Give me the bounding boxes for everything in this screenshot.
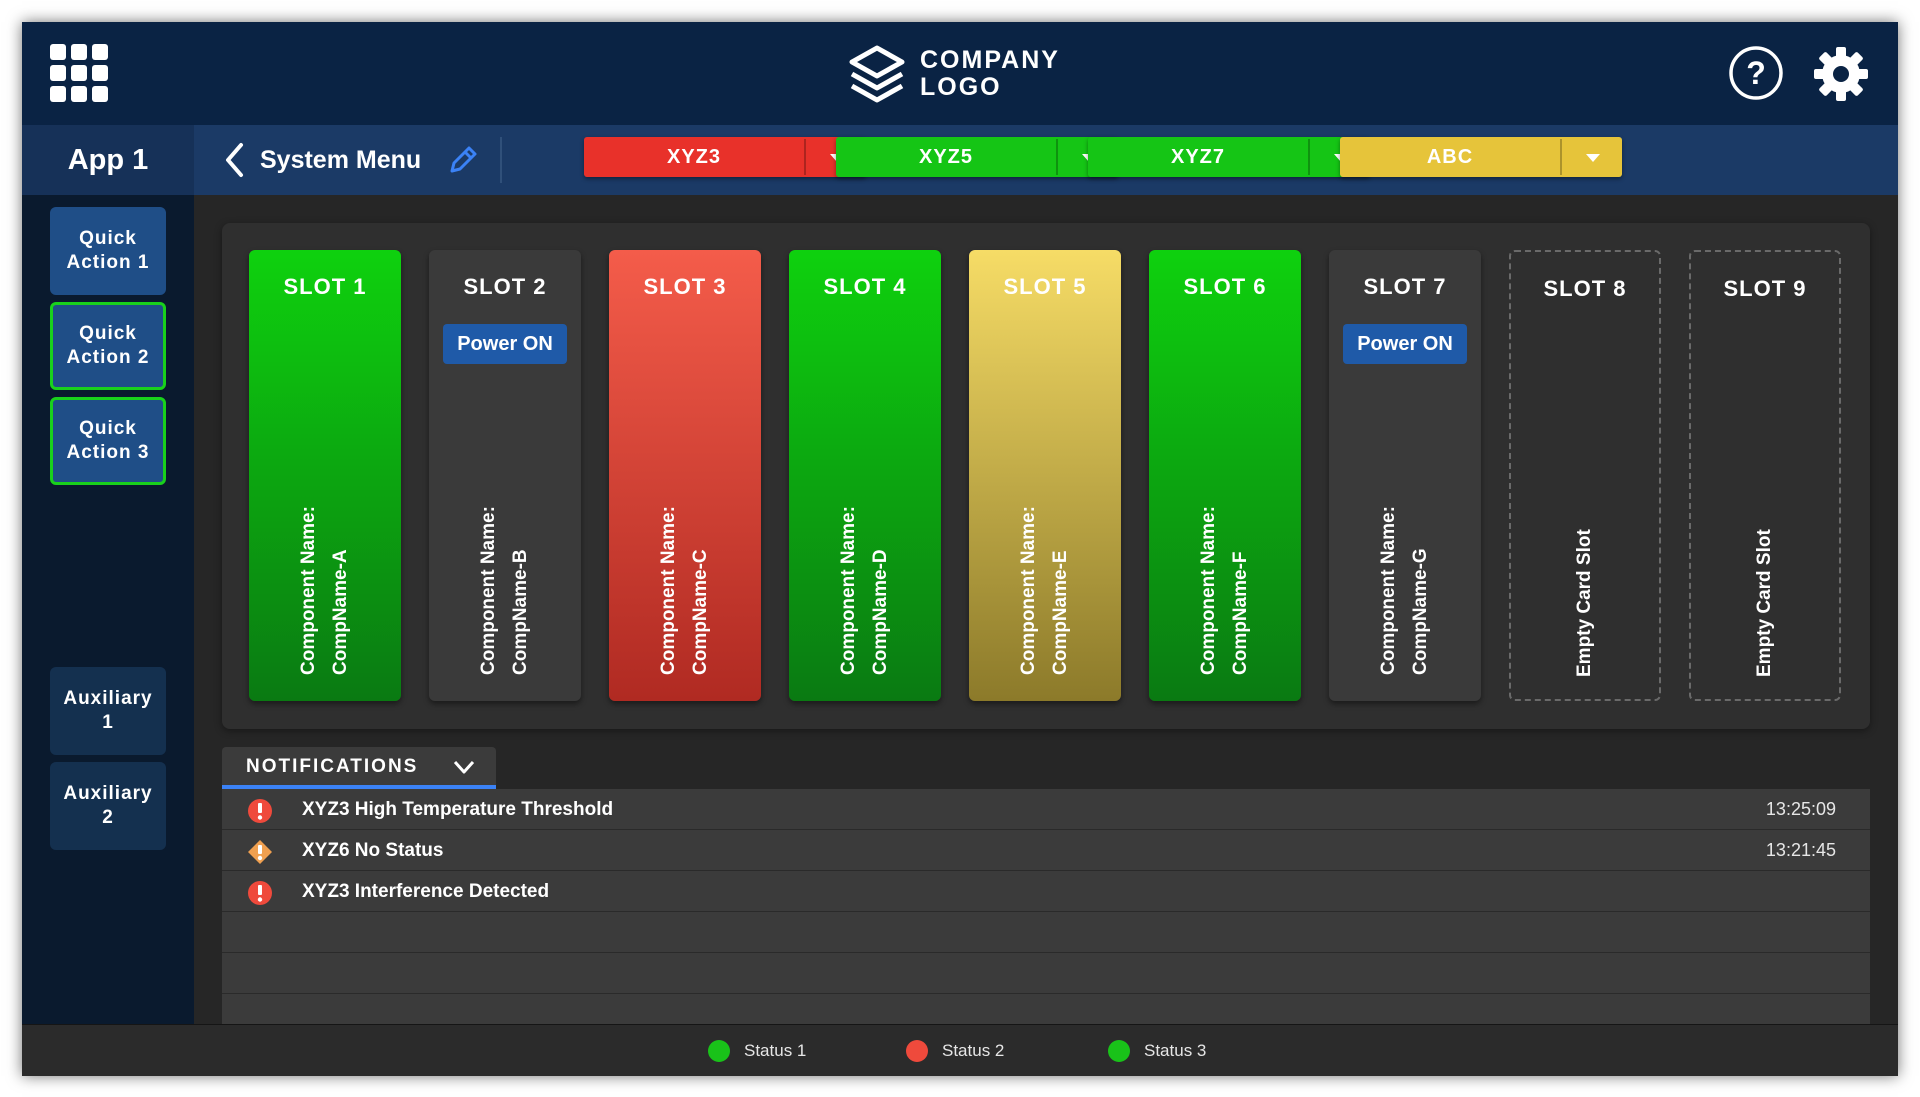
dropdown-label: ABC (1426, 146, 1474, 168)
dropdown-separator (1308, 139, 1310, 175)
dropdown-abc[interactable]: ABC (1340, 137, 1622, 177)
slot-title: SLOT 3 (643, 274, 727, 299)
slot-title: SLOT 2 (463, 274, 547, 299)
slot-card-3[interactable]: SLOT 3 Component Name: CompName-C (609, 250, 761, 701)
auxiliary-1-button[interactable]: Auxiliary 1 (50, 667, 166, 755)
slot-component-name: Component Name: CompName-D (838, 506, 891, 675)
svg-text:?: ? (1746, 55, 1766, 91)
notification-text: XYZ3 High Temperature Threshold (302, 799, 614, 820)
status-label: Status 1 (744, 1041, 807, 1060)
status-label: Status 2 (942, 1041, 1005, 1060)
notifications-list: XYZ3 High Temperature Threshold 13:25:09 X… (222, 789, 1870, 1035)
status-bar: Status 1 Status 2 Status 3 (22, 1024, 1898, 1076)
slot-card-7[interactable]: SLOT 7 Power ON Component Name: CompName-G (1329, 250, 1481, 701)
slot-card-1[interactable]: SLOT 1 Component Name: CompName-A (249, 250, 401, 701)
dropdown-separator (804, 139, 806, 175)
app-name: App 1 (22, 125, 194, 195)
nav-divider (500, 137, 502, 183)
slot-card-9[interactable]: SLOT 9 Empty Card Slot (1689, 250, 1841, 701)
status-dot-icon (906, 1040, 928, 1062)
slot-component-name: Component Name: CompName-C (658, 506, 711, 675)
app-window: COMPANY LOGO ? App 1 System Menu XYZ3 XY… (22, 22, 1898, 1076)
slot-title: SLOT 9 (1723, 276, 1807, 301)
slot-component-name: Empty Card Slot (1754, 529, 1775, 677)
dropdown-separator (1560, 139, 1562, 175)
error-icon (248, 881, 272, 905)
nav-bar: App 1 System Menu XYZ3 XYZ5 XYZ7 ABC (22, 125, 1898, 195)
settings-gear-icon[interactable] (1812, 45, 1870, 103)
dropdown-arrow-icon[interactable] (1586, 154, 1600, 162)
notification-text: XYZ3 Interference Detected (302, 881, 550, 902)
slot-component-name: Component Name: CompName-B (478, 506, 531, 675)
notification-row (222, 953, 1870, 994)
slot-panel: SLOT 1 Component Name: CompName-A SLOT 2 Po… (222, 223, 1870, 729)
back-chevron-icon[interactable] (222, 140, 246, 180)
slot-card-6[interactable]: SLOT 6 Component Name: CompName-F (1149, 250, 1301, 701)
error-icon (248, 799, 272, 823)
dropdown-label: XYZ3 (666, 146, 722, 168)
quick-action-1-button[interactable]: Quick Action 1 (50, 207, 166, 295)
slot-component-name: Component Name: CompName-F (1198, 506, 1251, 675)
dropdown-label: XYZ7 (1170, 146, 1226, 168)
slot-title: SLOT 7 (1363, 274, 1447, 299)
chevron-down-icon[interactable] (452, 757, 476, 777)
status-item-3: Status 3 (1108, 1025, 1206, 1076)
status-item-2: Status 2 (906, 1025, 1004, 1076)
logo-line-2: LOGO (920, 73, 1002, 101)
dropdown-separator (1056, 139, 1058, 175)
quick-action-2-button[interactable]: Quick Action 2 (50, 302, 166, 390)
logo-stack-icon (849, 45, 905, 103)
notification-text: XYZ6 No Status (302, 840, 444, 861)
slot-component-name: Empty Card Slot (1574, 529, 1595, 677)
status-dot-icon (708, 1040, 730, 1062)
dropdown-xyz5[interactable]: XYZ5 (836, 137, 1118, 177)
slot-card-8[interactable]: SLOT 8 Empty Card Slot (1509, 250, 1661, 701)
notification-row (222, 912, 1870, 953)
apps-grid-icon[interactable] (50, 44, 108, 102)
logo-line-1: COMPANY (920, 46, 1060, 74)
notifications-tab[interactable]: NOTIFICATIONS (222, 747, 496, 789)
slot-title: SLOT 8 (1543, 276, 1627, 301)
warning-icon (248, 840, 272, 864)
slot-title: SLOT 1 (283, 274, 367, 299)
dropdown-label: XYZ5 (918, 146, 974, 168)
slot-card-4[interactable]: SLOT 4 Component Name: CompName-D (789, 250, 941, 701)
company-logo: COMPANY LOGO (846, 44, 1060, 104)
slot-title: SLOT 4 (823, 274, 907, 299)
notification-row[interactable]: XYZ3 High Temperature Threshold 13:25:09 (222, 789, 1870, 830)
slot-card-2[interactable]: SLOT 2 Power ON Component Name: CompName-B (429, 250, 581, 701)
quick-action-3-button[interactable]: Quick Action 3 (50, 397, 166, 485)
notification-row[interactable]: XYZ3 Interference Detected (222, 871, 1870, 912)
edit-pencil-icon[interactable] (446, 143, 480, 177)
auxiliary-2-button[interactable]: Auxiliary 2 (50, 762, 166, 850)
status-dot-icon (1108, 1040, 1130, 1062)
status-label: Status 3 (1144, 1041, 1207, 1060)
power-on-button[interactable]: Power ON (1343, 324, 1467, 364)
power-on-button[interactable]: Power ON (443, 324, 567, 364)
notification-time: 13:21:45 (1765, 840, 1836, 860)
slot-title: SLOT 6 (1183, 274, 1267, 299)
dropdown-xyz3[interactable]: XYZ3 (584, 137, 866, 177)
notification-time: 13:25:09 (1765, 799, 1836, 819)
notification-row[interactable]: XYZ6 No Status 13:21:45 (222, 830, 1870, 871)
left-sidebar: Quick Action 1 Quick Action 2 Quick Action… (22, 195, 194, 1024)
slot-component-name: Component Name: CompName-E (1018, 506, 1071, 675)
notifications-panel: NOTIFICATIONS XYZ3 High Temperature Thre… (222, 747, 1870, 1035)
dropdown-xyz7[interactable]: XYZ7 (1088, 137, 1370, 177)
slot-card-5[interactable]: SLOT 5 Component Name: CompName-E (969, 250, 1121, 701)
logo-text: COMPANY LOGO (920, 47, 1060, 101)
top-bar: COMPANY LOGO ? (22, 22, 1898, 125)
slot-title: SLOT 5 (1003, 274, 1087, 299)
notifications-label: NOTIFICATIONS (246, 756, 419, 777)
page-title: System Menu (260, 146, 422, 174)
help-icon[interactable]: ? (1728, 45, 1784, 101)
slot-component-name: Component Name: CompName-A (298, 506, 351, 675)
status-item-1: Status 1 (708, 1025, 806, 1076)
slot-component-name: Component Name: CompName-G (1378, 506, 1431, 675)
